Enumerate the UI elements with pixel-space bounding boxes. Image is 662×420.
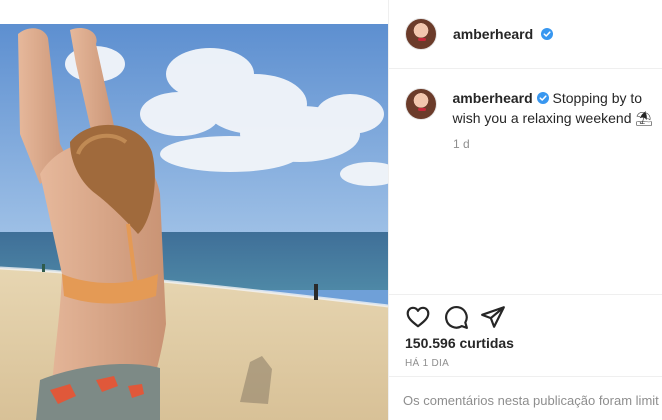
caption-username-text[interactable]: amberheard [453,90,533,106]
post-photo[interactable] [0,24,388,420]
post-side-panel: amberheard amberheard Stopping by to wis… [388,0,662,420]
verified-badge-icon [536,92,549,104]
caption-body: amberheard Stopping by to wish you a rel… [453,88,660,128]
caption-username[interactable]: amberheard [453,90,549,106]
post-timestamp[interactable]: HÁ 1 DIA [405,358,449,369]
post-header: amberheard [389,0,662,69]
caption-comment: amberheard Stopping by to wish you a rel… [405,88,659,128]
comment-avatar[interactable] [405,88,437,120]
heart-icon[interactable] [405,304,431,330]
header-username[interactable]: amberheard [453,26,554,42]
verified-badge-icon [541,28,554,40]
comment-bubble-icon[interactable] [443,304,469,330]
beach-photo [0,24,388,420]
comment-timestamp[interactable]: 1 d [453,137,470,151]
avatar[interactable] [405,18,437,50]
post-actions [389,294,662,334]
comments-limited-notice: Os comentários nesta publicação foram li… [389,376,662,420]
likes-count[interactable]: 150.596 curtidas [405,335,514,351]
paper-plane-icon[interactable] [480,304,506,330]
header-username-text[interactable]: amberheard [453,26,533,42]
